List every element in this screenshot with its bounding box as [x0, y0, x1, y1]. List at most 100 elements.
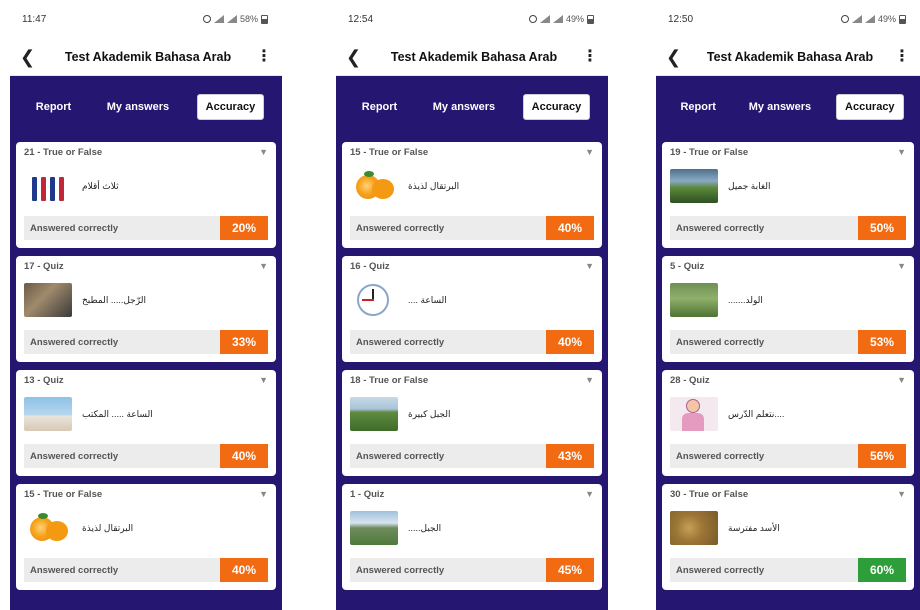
- app-bar: ❮ Test Akademik Bahasa Arab ⋮: [656, 38, 920, 76]
- question-label: 5 - Quiz: [670, 260, 705, 272]
- desk-image: [24, 397, 72, 431]
- question-card[interactable]: 15 - True or False ▼ البرتقال لذيذة Answe…: [342, 142, 602, 248]
- signal-icon: [864, 15, 875, 23]
- question-text: الرّجل..... المطبخ: [82, 294, 146, 305]
- status-time: 12:54: [348, 13, 374, 25]
- result-label: Answered correctly: [676, 564, 765, 576]
- girl-image: [670, 397, 718, 431]
- chevron-down-icon[interactable]: ▼: [897, 489, 906, 499]
- question-card[interactable]: 17 - Quiz ▼ الرّجل..... المطبخ Answered c…: [16, 256, 276, 362]
- question-card[interactable]: 1 - Quiz ▼ الجبل..... Answered correctly 4…: [342, 484, 602, 590]
- accuracy-badge: 53%: [858, 330, 906, 354]
- question-text: الساعة ..... المكتب: [82, 408, 153, 419]
- alarm-icon: [202, 15, 211, 23]
- more-options-icon[interactable]: ⋮: [256, 48, 272, 65]
- question-card[interactable]: 30 - True or False ▼ الأسد مفترسة Answere…: [662, 484, 914, 590]
- question-text: الساعة ....: [408, 294, 447, 305]
- back-arrow-icon[interactable]: ❮: [20, 48, 40, 66]
- tab-accuracy[interactable]: Accuracy: [196, 94, 265, 120]
- accuracy-badge: 33%: [220, 330, 268, 354]
- tab-bar: Report My answers Accuracy: [656, 76, 920, 138]
- result-label: Answered correctly: [30, 564, 119, 576]
- question-card[interactable]: 18 - True or False ▼ الجبل كبيرة Answered…: [342, 370, 602, 476]
- chevron-down-icon[interactable]: ▼: [897, 375, 906, 385]
- tab-report[interactable]: Report: [28, 95, 79, 119]
- status-icons: 58%: [202, 14, 268, 24]
- more-options-icon[interactable]: ⋮: [582, 48, 598, 65]
- chevron-down-icon[interactable]: ▼: [259, 489, 268, 499]
- question-label: 13 - Quiz: [24, 374, 64, 386]
- chevron-down-icon[interactable]: ▼: [897, 147, 906, 157]
- chevron-down-icon[interactable]: ▼: [259, 147, 268, 157]
- question-label: 21 - True or False: [24, 146, 103, 158]
- accuracy-badge: 43%: [546, 444, 594, 468]
- chevron-down-icon[interactable]: ▼: [897, 261, 906, 271]
- tab-report[interactable]: Report: [672, 95, 723, 119]
- tab-my-answers[interactable]: My answers: [99, 95, 177, 119]
- accuracy-badge: 56%: [858, 444, 906, 468]
- battery-level: 49%: [877, 14, 896, 24]
- hill-image: [350, 397, 398, 431]
- question-text: الأسد مفترسة: [728, 522, 780, 533]
- question-card[interactable]: 21 - True or False ▼ ثلاث أقلام Answered …: [16, 142, 276, 248]
- battery-icon: [899, 14, 906, 24]
- battery-level: 49%: [565, 14, 584, 24]
- status-time: 11:47: [22, 13, 47, 25]
- question-card[interactable]: 28 - Quiz ▼ ....نتعلم الدّرس Answered cor…: [662, 370, 914, 476]
- accuracy-badge: 40%: [546, 330, 594, 354]
- battery-level: 58%: [239, 14, 258, 24]
- status-bar: 12:50 49%: [656, 0, 920, 38]
- result-label: Answered correctly: [676, 336, 765, 348]
- question-label: 28 - Quiz: [670, 374, 710, 386]
- tab-report[interactable]: Report: [354, 95, 405, 119]
- question-text: ....نتعلم الدّرس: [728, 408, 785, 419]
- back-arrow-icon[interactable]: ❮: [666, 48, 686, 66]
- tab-bar: Report My answers Accuracy: [336, 76, 608, 138]
- question-list[interactable]: 15 - True or False ▼ البرتقال لذيذة Answe…: [336, 138, 608, 610]
- tab-accuracy[interactable]: Accuracy: [836, 94, 904, 120]
- orange-image: [24, 511, 72, 545]
- orange-image: [350, 169, 398, 203]
- phone-screen-2: 12:54 49% ❮ Test Akademik Bahasa Arab ⋮ …: [336, 0, 608, 610]
- chevron-down-icon[interactable]: ▼: [259, 375, 268, 385]
- signal-icon: [213, 15, 224, 23]
- status-icons: 49%: [840, 14, 906, 24]
- chevron-down-icon[interactable]: ▼: [585, 147, 594, 157]
- tab-my-answers[interactable]: My answers: [425, 95, 503, 119]
- result-label: Answered correctly: [30, 450, 119, 462]
- question-card[interactable]: 15 - True or False ▼ البرتقال لذيذة Answe…: [16, 484, 276, 590]
- question-card[interactable]: 13 - Quiz ▼ الساعة ..... المكتب Answered …: [16, 370, 276, 476]
- chevron-down-icon[interactable]: ▼: [259, 261, 268, 271]
- page-title: Test Akademik Bahasa Arab: [390, 49, 558, 64]
- phone-screen-1: 11:47 58% ❮ Test Akademik Bahasa Arab ⋮ …: [10, 0, 282, 610]
- question-list[interactable]: 21 - True or False ▼ ثلاث أقلام Answered …: [10, 138, 282, 610]
- status-icons: 49%: [528, 14, 594, 24]
- phone-screen-3: 12:50 49% ❮ Test Akademik Bahasa Arab ⋮ …: [656, 0, 920, 610]
- result-label: Answered correctly: [356, 564, 445, 576]
- tab-my-answers[interactable]: My answers: [741, 95, 819, 119]
- question-label: 1 - Quiz: [350, 488, 385, 500]
- accuracy-badge: 60%: [858, 558, 906, 582]
- battery-icon: [587, 14, 594, 24]
- status-bar: 12:54 49%: [336, 0, 608, 38]
- signal-icon: [552, 15, 563, 23]
- question-card[interactable]: 5 - Quiz ▼ الولد....... Answered correctl…: [662, 256, 914, 362]
- question-label: 18 - True or False: [350, 374, 429, 386]
- page-title: Test Akademik Bahasa Arab: [64, 49, 232, 64]
- question-list[interactable]: 19 - True or False ▼ الغابة جميل Answered…: [656, 138, 920, 610]
- result-label: Answered correctly: [356, 222, 445, 234]
- more-options-icon[interactable]: ⋮: [894, 48, 910, 65]
- question-card[interactable]: 19 - True or False ▼ الغابة جميل Answered…: [662, 142, 914, 248]
- question-label: 17 - Quiz: [24, 260, 64, 272]
- status-bar: 11:47 58%: [10, 0, 282, 38]
- back-arrow-icon[interactable]: ❮: [346, 48, 366, 66]
- tab-accuracy[interactable]: Accuracy: [522, 94, 591, 120]
- clock-image: [350, 283, 398, 317]
- question-card[interactable]: 16 - Quiz ▼ الساعة .... Answered correctl…: [342, 256, 602, 362]
- alarm-icon: [528, 15, 537, 23]
- chevron-down-icon[interactable]: ▼: [585, 489, 594, 499]
- question-label: 16 - Quiz: [350, 260, 390, 272]
- chevron-down-icon[interactable]: ▼: [585, 261, 594, 271]
- question-label: 15 - True or False: [350, 146, 429, 158]
- chevron-down-icon[interactable]: ▼: [585, 375, 594, 385]
